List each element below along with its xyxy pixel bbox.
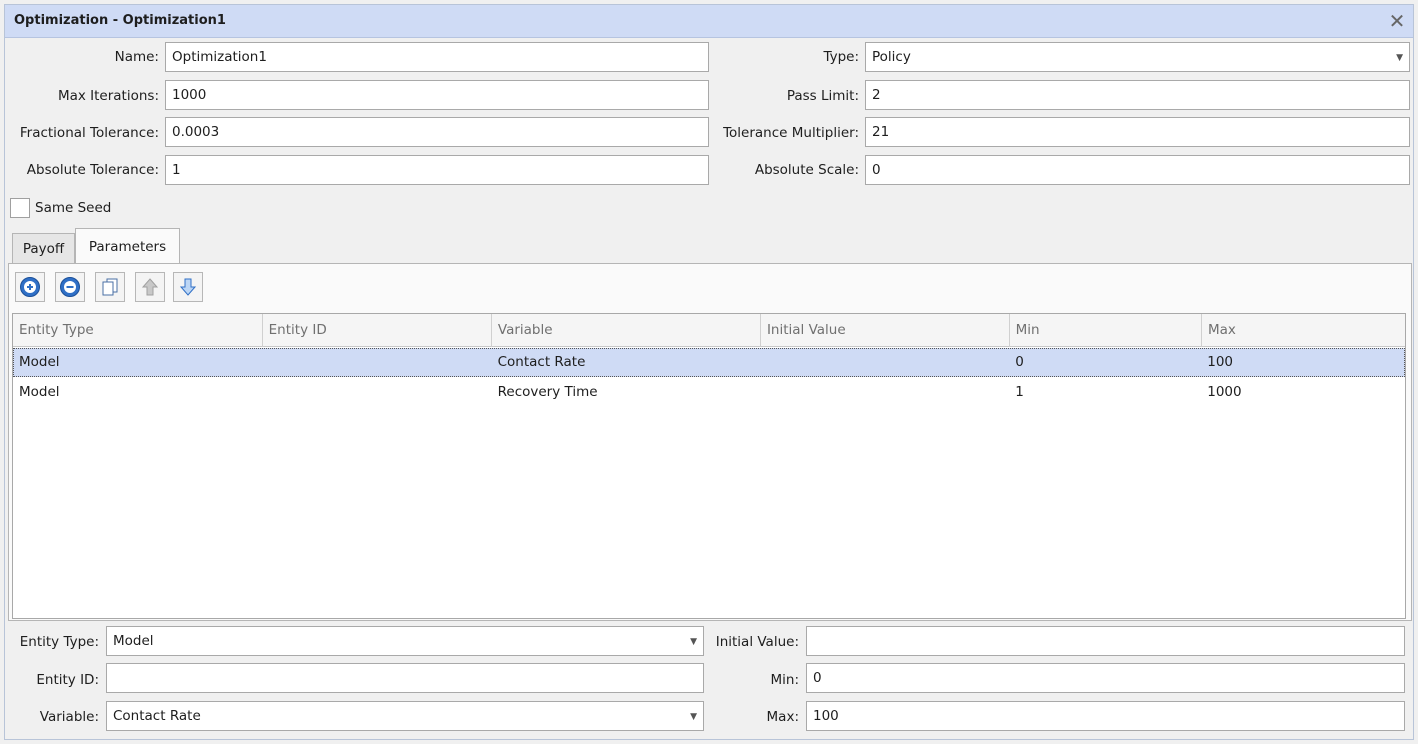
parameters-grid: Entity Type Entity ID Variable Initial V… bbox=[12, 313, 1406, 619]
cell-entity-id bbox=[263, 378, 492, 407]
entity-type-dropdown-value: Model bbox=[113, 633, 154, 649]
cell-variable: Contact Rate bbox=[497, 354, 586, 370]
cell-max: 1000 bbox=[1207, 384, 1242, 400]
column-header-entity-type[interactable]: Entity Type bbox=[13, 314, 263, 347]
fractional-tolerance-label: Fractional Tolerance: bbox=[19, 125, 159, 141]
cell-entity-type: Model bbox=[19, 354, 60, 370]
tab-payoff[interactable]: Payoff bbox=[12, 233, 75, 263]
column-header-variable[interactable]: Variable bbox=[491, 314, 761, 347]
same-seed-checkbox[interactable] bbox=[10, 198, 30, 218]
grid-header: Entity Type Entity ID Variable Initial V… bbox=[13, 314, 1405, 347]
entity-id-input[interactable] bbox=[106, 663, 704, 693]
remove-circle-icon bbox=[60, 277, 80, 297]
name-label: Name: bbox=[114, 49, 159, 65]
entity-id-label: Entity ID: bbox=[36, 672, 99, 688]
table-row[interactable]: Model Contact Rate 0 100 bbox=[13, 348, 1405, 377]
type-dropdown[interactable]: Policy ▼ bbox=[865, 42, 1410, 72]
cell-min: 1 bbox=[1015, 384, 1024, 400]
cell-initial-value bbox=[761, 378, 1010, 407]
type-dropdown-value: Policy bbox=[872, 49, 911, 65]
absolute-scale-label: Absolute Scale: bbox=[754, 162, 859, 178]
tolerance-multiplier-input[interactable]: 21 bbox=[865, 117, 1410, 147]
entity-type-label: Entity Type: bbox=[19, 634, 99, 650]
cell-min: 0 bbox=[1015, 354, 1024, 370]
arrow-up-icon bbox=[141, 278, 159, 296]
cell-entity-id bbox=[263, 348, 492, 377]
column-header-min[interactable]: Min bbox=[1009, 314, 1202, 347]
move-up-button[interactable] bbox=[135, 272, 165, 302]
tab-parameters[interactable]: Parameters bbox=[75, 228, 180, 264]
max-iterations-label: Max Iterations: bbox=[57, 88, 159, 104]
add-circle-icon bbox=[20, 277, 40, 297]
add-parameter-button[interactable] bbox=[15, 272, 45, 302]
max-input[interactable]: 100 bbox=[806, 701, 1405, 731]
absolute-scale-input[interactable]: 0 bbox=[865, 155, 1410, 185]
pass-limit-input[interactable]: 2 bbox=[865, 80, 1410, 110]
table-row[interactable]: Model Recovery Time 1 1000 bbox=[13, 378, 1405, 407]
column-header-initial-value[interactable]: Initial Value bbox=[760, 314, 1010, 347]
same-seed-label: Same Seed bbox=[35, 200, 112, 216]
chevron-down-icon: ▼ bbox=[690, 712, 697, 722]
entity-type-dropdown[interactable]: Model ▼ bbox=[106, 626, 704, 656]
cell-variable: Recovery Time bbox=[497, 384, 598, 400]
move-down-button[interactable] bbox=[173, 272, 203, 302]
copy-parameter-button[interactable] bbox=[95, 272, 125, 302]
absolute-tolerance-input[interactable]: 1 bbox=[165, 155, 709, 185]
initial-value-input[interactable] bbox=[806, 626, 1405, 656]
variable-dropdown-value: Contact Rate bbox=[113, 708, 201, 724]
variable-label: Variable: bbox=[39, 709, 99, 725]
name-input[interactable]: Optimization1 bbox=[165, 42, 709, 72]
window-title: Optimization - Optimization1 bbox=[14, 13, 226, 28]
max-label: Max: bbox=[766, 709, 799, 725]
variable-dropdown[interactable]: Contact Rate ▼ bbox=[106, 701, 704, 731]
absolute-tolerance-label: Absolute Tolerance: bbox=[26, 162, 159, 178]
tolerance-multiplier-label: Tolerance Multiplier: bbox=[723, 125, 859, 141]
arrow-down-icon bbox=[179, 278, 197, 296]
type-label: Type: bbox=[823, 49, 859, 65]
min-label: Min: bbox=[770, 672, 799, 688]
chevron-down-icon: ▼ bbox=[1396, 53, 1403, 63]
initial-value-label: Initial Value: bbox=[715, 634, 799, 650]
fractional-tolerance-input[interactable]: 0.0003 bbox=[165, 117, 709, 147]
cell-initial-value bbox=[761, 348, 1010, 377]
cell-max: 100 bbox=[1207, 354, 1234, 370]
min-input[interactable]: 0 bbox=[806, 663, 1405, 693]
copy-icon bbox=[102, 278, 118, 296]
pass-limit-label: Pass Limit: bbox=[786, 88, 859, 104]
close-icon[interactable]: ✕ bbox=[1386, 10, 1408, 32]
cell-entity-type: Model bbox=[19, 384, 60, 400]
column-header-max[interactable]: Max bbox=[1201, 314, 1405, 347]
chevron-down-icon: ▼ bbox=[690, 637, 697, 647]
column-header-entity-id[interactable]: Entity ID bbox=[262, 314, 492, 347]
remove-parameter-button[interactable] bbox=[55, 272, 85, 302]
max-iterations-input[interactable]: 1000 bbox=[165, 80, 709, 110]
